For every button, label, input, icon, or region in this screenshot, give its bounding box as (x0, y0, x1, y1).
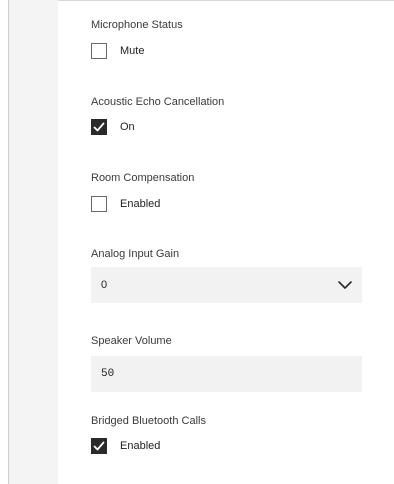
chevron-down-icon[interactable] (337, 278, 353, 292)
analog-input-gain-select[interactable]: 0 (91, 267, 362, 303)
acoustic-echo-cancellation-checkbox[interactable] (91, 119, 107, 135)
room-compensation-option[interactable]: Enabled (91, 195, 160, 213)
speaker-volume-label: Speaker Volume (91, 335, 172, 347)
side-gutter (9, 0, 58, 484)
checkmark-icon (93, 122, 105, 132)
bridged-bluetooth-calls-option[interactable]: Enabled (91, 437, 160, 455)
bridged-bluetooth-calls-option-label: Enabled (120, 440, 161, 452)
microphone-mute-checkbox[interactable] (91, 43, 107, 59)
acoustic-echo-cancellation-option-label: On (120, 121, 135, 133)
room-compensation-option-label: Enabled (120, 198, 161, 210)
acoustic-echo-cancellation-label: Acoustic Echo Cancellation (91, 96, 225, 108)
top-divider (58, 0, 394, 1)
acoustic-echo-cancellation-option[interactable]: On (91, 118, 135, 136)
analog-input-gain-value: 0 (101, 279, 108, 291)
settings-panel: Microphone Status Mute Acoustic Echo Can… (0, 0, 394, 484)
bridged-bluetooth-calls-label: Bridged Bluetooth Calls (91, 415, 206, 427)
bridged-bluetooth-calls-checkbox[interactable] (91, 438, 107, 454)
room-compensation-label: Room Compensation (91, 172, 195, 184)
microphone-status-label: Microphone Status (91, 19, 183, 31)
microphone-mute-option[interactable]: Mute (91, 42, 144, 60)
analog-input-gain-label: Analog Input Gain (91, 248, 180, 260)
left-rail (0, 0, 9, 484)
checkmark-icon (93, 441, 105, 451)
speaker-volume-input[interactable]: 50 (91, 356, 362, 392)
speaker-volume-value: 50 (101, 368, 115, 380)
microphone-mute-label: Mute (120, 45, 145, 57)
room-compensation-checkbox[interactable] (91, 196, 107, 212)
